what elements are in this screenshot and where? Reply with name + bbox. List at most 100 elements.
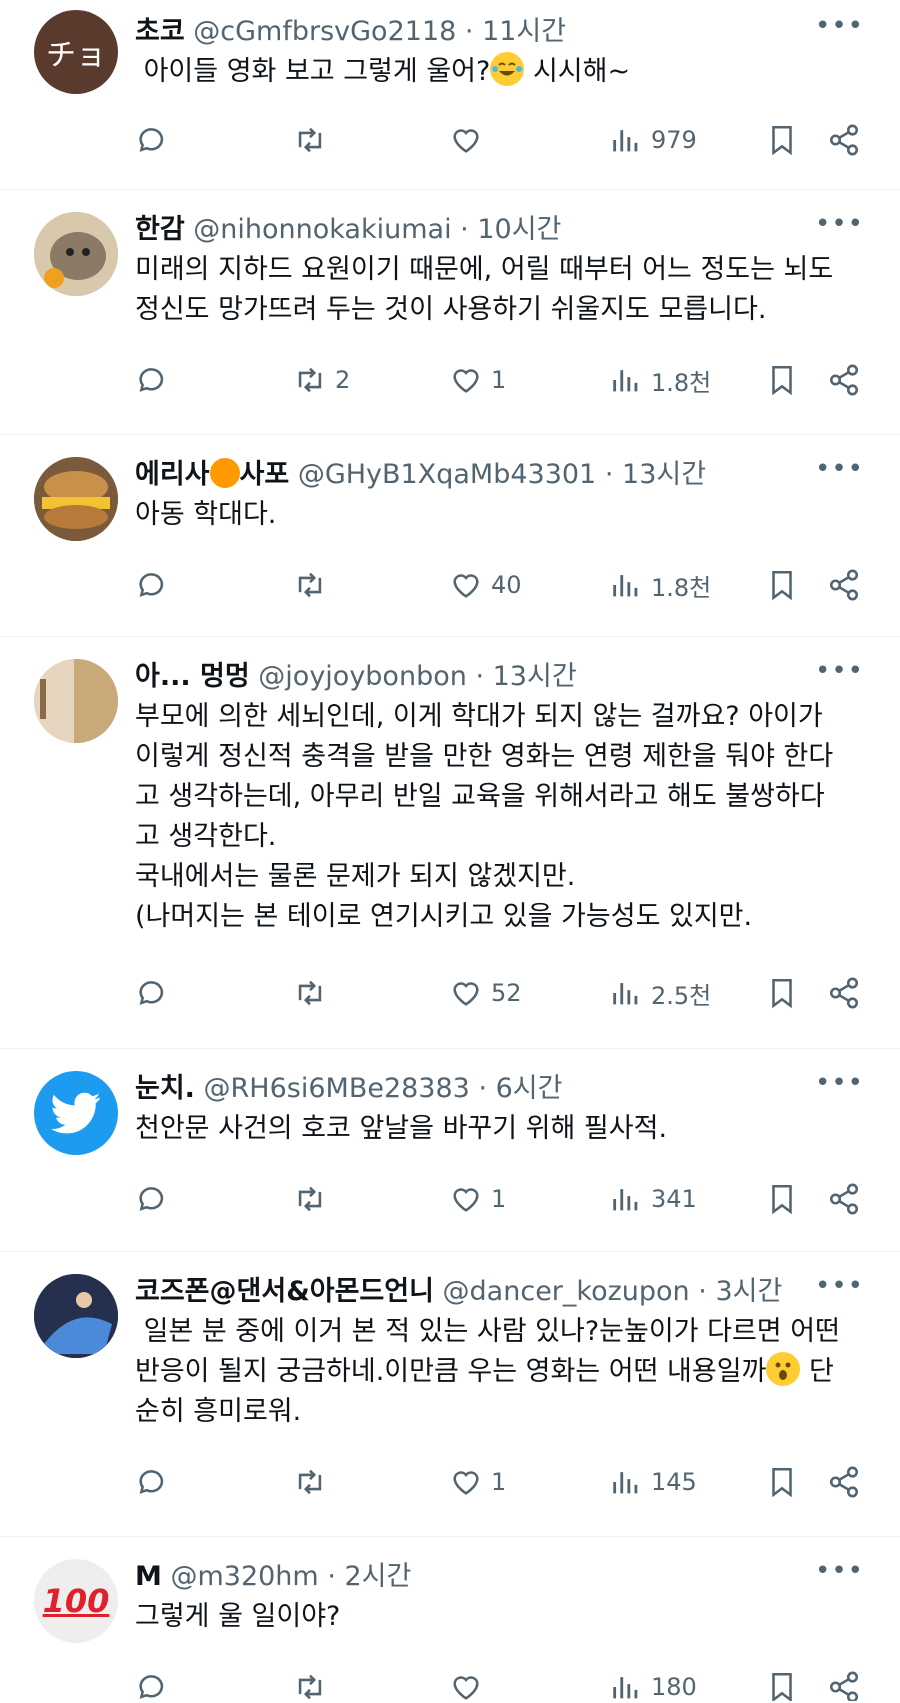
views-button[interactable]: 145 <box>609 1465 697 1499</box>
views-button[interactable]: 180 <box>609 1670 697 1701</box>
views-button[interactable]: 341 <box>609 1182 697 1216</box>
more-options-icon[interactable]: ••• <box>815 1273 864 1299</box>
display-name[interactable]: 눈치. <box>135 1073 195 1104</box>
retweet-button[interactable] <box>293 976 335 1010</box>
orange-circle-emoji-icon <box>209 458 240 488</box>
retweet-button[interactable] <box>293 1182 335 1216</box>
bookmark-button[interactable] <box>765 1465 799 1499</box>
crying-laughing-emoji-icon <box>490 52 525 86</box>
views-button[interactable]: 979 <box>609 123 697 157</box>
timestamp[interactable]: 11시간 <box>482 16 566 47</box>
bookmark-icon <box>772 570 792 601</box>
retweet-button[interactable] <box>293 568 335 602</box>
views-button[interactable]: 1.8천 <box>609 363 711 398</box>
display-name[interactable]: 초코 <box>135 16 185 47</box>
like-button[interactable]: 1 <box>449 363 506 397</box>
timestamp[interactable]: 2시간 <box>345 1561 412 1592</box>
reply-button[interactable] <box>135 1182 177 1216</box>
display-name[interactable]: 에리사 사포 <box>135 458 289 490</box>
reply-tweet[interactable]: 아... 멍멍 @joyjoybonbon · 13시간 부모에 의한 세뇌인데… <box>0 637 900 1049</box>
like-button[interactable]: 1 <box>449 1465 506 1499</box>
like-button[interactable]: 52 <box>449 976 522 1010</box>
bookmark-button[interactable] <box>765 363 799 397</box>
user-handle[interactable]: @RH6si6MBe28383 <box>204 1073 470 1104</box>
display-name[interactable]: 아... 멍멍 <box>135 661 250 692</box>
display-name[interactable]: 한감 <box>135 214 185 245</box>
share-icon <box>829 569 859 601</box>
share-button[interactable] <box>827 123 861 157</box>
more-options-icon[interactable]: ••• <box>815 1070 864 1096</box>
user-handle[interactable]: @nihonnokakiumai <box>193 214 451 245</box>
avatar[interactable] <box>34 1274 118 1358</box>
reply-button[interactable] <box>135 976 177 1010</box>
reply-tweet[interactable]: 코즈폰@댄서&아몬드언니 @dancer_kozupon · 3시간 일본 분 … <box>0 1252 900 1537</box>
user-handle[interactable]: @joyjoybonbon <box>258 661 467 692</box>
retweet-button[interactable]: 2 <box>293 363 350 397</box>
avatar[interactable] <box>34 212 118 296</box>
avatar[interactable] <box>34 457 118 541</box>
display-name[interactable]: M <box>135 1561 162 1592</box>
views-button[interactable]: 2.5천 <box>609 976 711 1011</box>
reply-button[interactable] <box>135 1465 177 1499</box>
timestamp[interactable]: 3시간 <box>715 1276 782 1307</box>
bookmark-button[interactable] <box>765 568 799 602</box>
reply-tweet[interactable]: 100 M @m320hm · 2시간 그렇게 울 일이야? ••• 180 <box>0 1537 900 1701</box>
reply-tweet[interactable]: チョ 초코 @cGmfbrsvGo2118 · 11시간 아이들 영화 보고 그… <box>0 0 900 190</box>
retweet-button[interactable] <box>293 123 335 157</box>
share-button[interactable] <box>827 1182 861 1216</box>
user-handle[interactable]: @m320hm <box>170 1561 318 1592</box>
user-handle[interactable]: @GHyB1XqaMb43301 <box>298 459 596 490</box>
more-options-icon[interactable]: ••• <box>815 1558 864 1584</box>
views-bar-chart-icon <box>613 1472 638 1494</box>
timestamp[interactable]: 13시간 <box>493 661 577 692</box>
like-button[interactable] <box>449 123 491 157</box>
share-icon <box>829 1671 859 1701</box>
reply-button[interactable] <box>135 363 177 397</box>
bookmark-button[interactable] <box>765 976 799 1010</box>
like-button[interactable]: 1 <box>449 1182 506 1216</box>
views-bar-chart-icon <box>613 130 638 152</box>
bookmark-button[interactable] <box>765 123 799 157</box>
avatar[interactable]: チョ <box>34 10 118 94</box>
reply-tweet[interactable]: 에리사 사포 @GHyB1XqaMb43301 · 13시간 아동 학대다. ••… <box>0 435 900 637</box>
more-options-icon[interactable]: ••• <box>815 658 864 684</box>
retweet-button[interactable] <box>293 1670 335 1701</box>
share-button[interactable] <box>827 1465 861 1499</box>
views-button[interactable]: 1.8천 <box>609 568 711 603</box>
user-handle[interactable]: @dancer_kozupon <box>443 1276 690 1307</box>
share-button[interactable] <box>827 1670 861 1701</box>
bookmark-button[interactable] <box>765 1182 799 1216</box>
action-bar: 2 1 1.8천 <box>135 358 866 402</box>
reply-tweet[interactable]: 눈치. @RH6si6MBe28383 · 6시간 천안문 사건의 호코 앞날을… <box>0 1049 900 1252</box>
timestamp[interactable]: 13시간 <box>622 459 706 490</box>
share-button[interactable] <box>827 568 861 602</box>
more-options-icon[interactable]: ••• <box>815 13 864 39</box>
like-button[interactable] <box>449 1670 491 1701</box>
avatar[interactable]: 100 <box>34 1559 118 1643</box>
timestamp[interactable]: 6시간 <box>496 1073 563 1104</box>
reply-tweet[interactable]: 한감 @nihonnokakiumai · 10시간 미래의 지하드 요원이기 … <box>0 190 900 435</box>
like-count: 52 <box>491 979 522 1007</box>
like-button[interactable]: 40 <box>449 568 522 602</box>
separator: · <box>460 214 469 245</box>
timestamp[interactable]: 10시간 <box>477 214 561 245</box>
avatar[interactable] <box>34 1071 118 1155</box>
dancer-avatar-image <box>34 1274 118 1358</box>
more-options-icon[interactable]: ••• <box>815 456 864 482</box>
retweet-icon <box>298 1469 322 1495</box>
share-button[interactable] <box>827 976 861 1010</box>
action-bar: 40 1.8천 <box>135 563 866 607</box>
more-options-icon[interactable]: ••• <box>815 211 864 237</box>
like-count: 1 <box>491 1468 507 1496</box>
bookmark-button[interactable] <box>765 1670 799 1701</box>
reply-button[interactable] <box>135 123 177 157</box>
share-button[interactable] <box>827 363 861 397</box>
bookmark-icon <box>772 1672 792 1701</box>
user-handle[interactable]: @cGmfbrsvGo2118 <box>193 16 456 47</box>
avatar[interactable] <box>34 659 118 743</box>
retweet-button[interactable] <box>293 1465 335 1499</box>
reply-button[interactable] <box>135 1670 177 1701</box>
views-count: 180 <box>651 1673 697 1701</box>
display-name[interactable]: 코즈폰@댄서&아몬드언니 <box>135 1276 434 1307</box>
reply-button[interactable] <box>135 568 177 602</box>
